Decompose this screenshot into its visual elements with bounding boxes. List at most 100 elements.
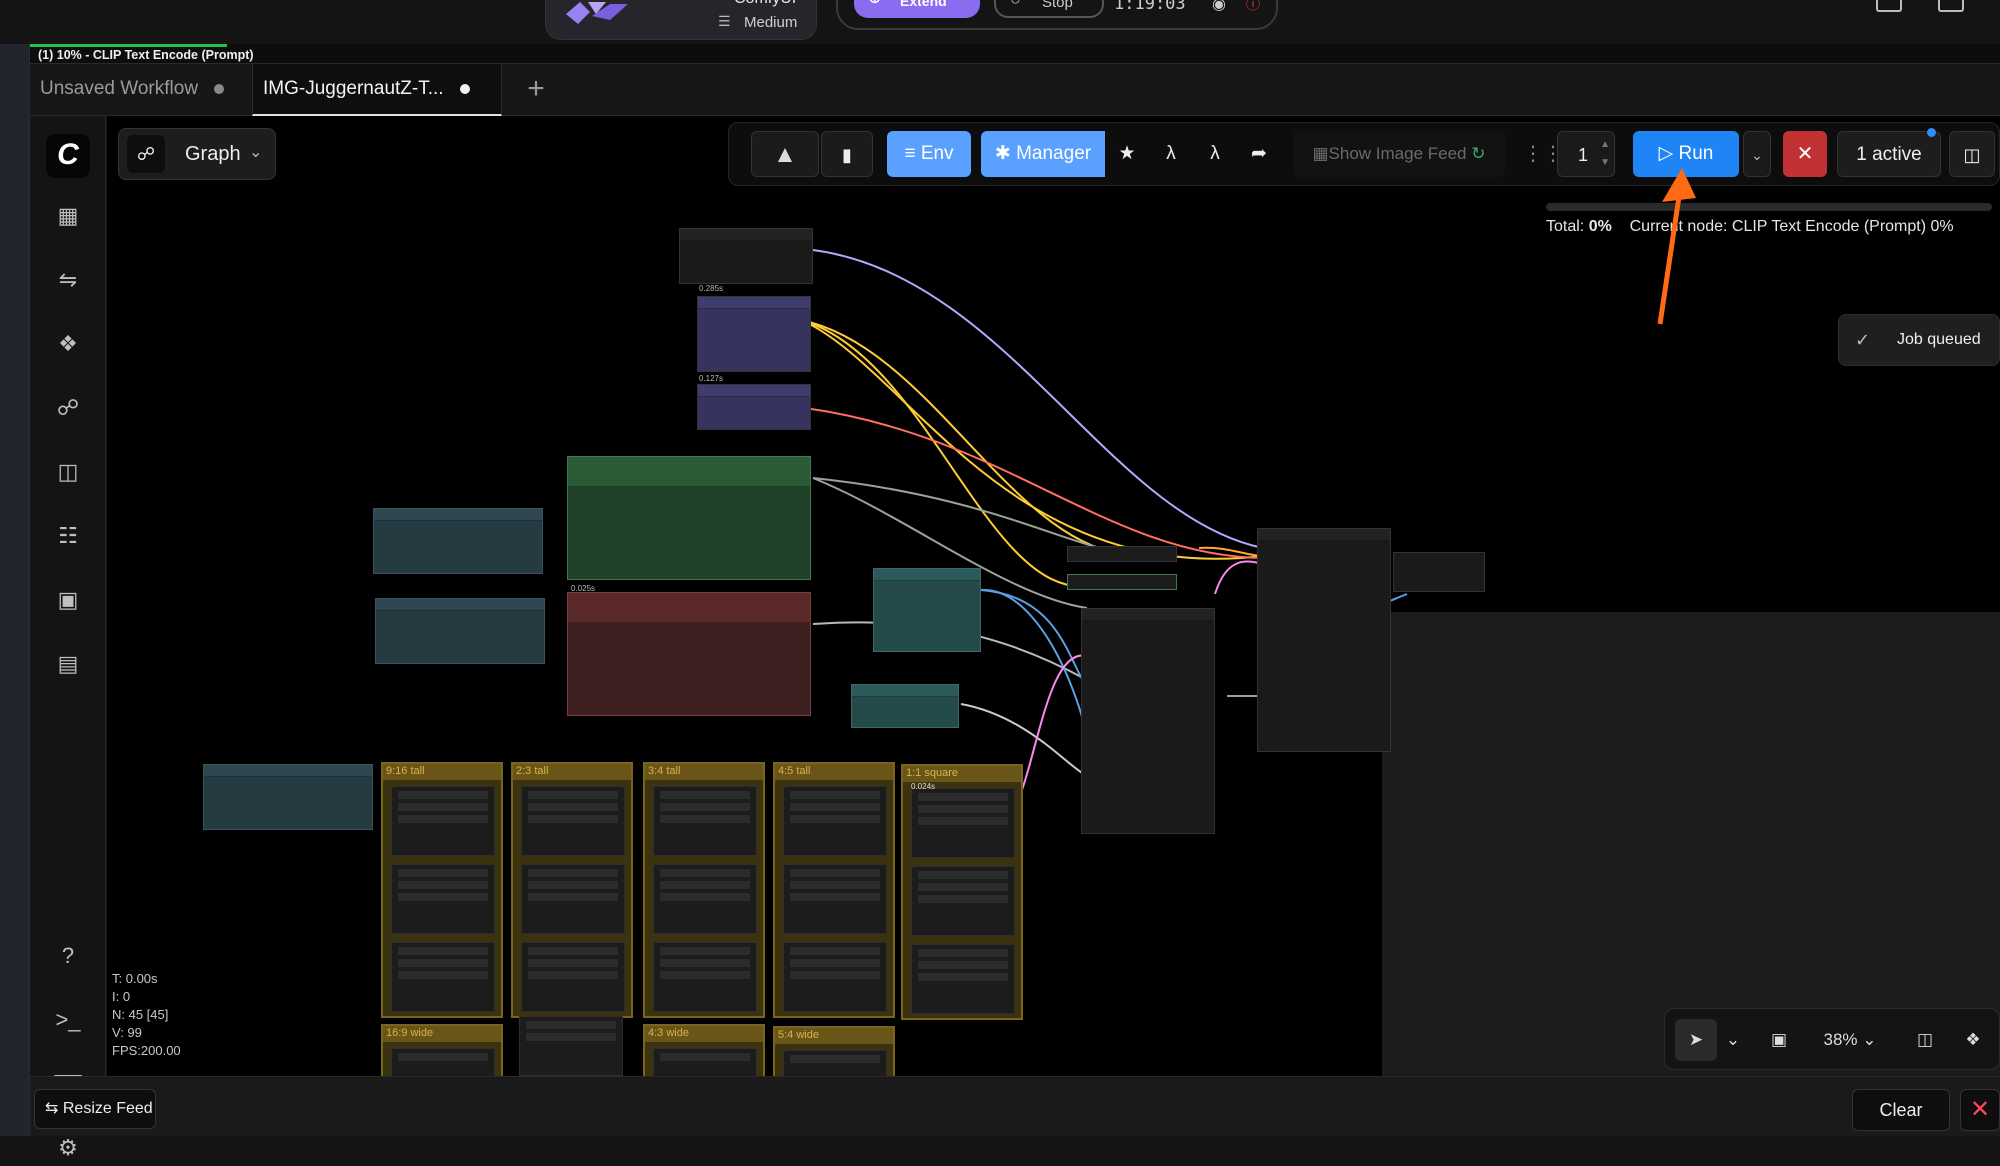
resize-label: Resize Feed [62,1100,153,1117]
select-pointer-icon[interactable]: ➤ [1675,1019,1717,1061]
batch-count-input[interactable]: 1 ▲ ▼ [1557,131,1615,177]
tab-unsaved-workflow[interactable]: Unsaved Workflow [30,64,252,116]
graph-node[interactable] [375,598,545,664]
edit-icon[interactable] [1938,0,1964,12]
minimap-icon[interactable]: ◫ [1907,1019,1943,1061]
env-button[interactable]: ≡ Env [887,131,971,177]
run-options-chevron-icon[interactable]: ⌄ [1743,131,1771,177]
play-icon: ▷ [1658,143,1679,164]
active-queue-button[interactable]: 1 active [1837,128,1941,177]
share-icon[interactable]: ➦ [1237,131,1281,177]
graph-canvas[interactable]: 0.285s 0.127s 0.025s 9:16 tall 2:3 tall … [107,116,2000,1076]
stat-i: I: 0 [112,989,131,1004]
zoom-control[interactable]: 38% ⌄ [1805,1019,1895,1061]
clear-button[interactable]: Clear [1852,1089,1950,1131]
active-label: 1 active [1856,144,1922,165]
tab-juggernaut[interactable]: IMG-JuggernautZ-T... [252,64,502,116]
templates-icon[interactable]: ◫ [50,454,86,490]
group-16-9-wide[interactable]: 16:9 wide [381,1024,503,1076]
star-icon[interactable]: ★ [1105,131,1149,177]
database-icon: ☰ [718,13,731,29]
graph-node[interactable] [1393,552,1485,592]
branch-icon[interactable]: λ [1193,131,1237,177]
group-1-1-square[interactable]: 1:1 square [901,764,1023,1020]
graph-node[interactable] [1257,528,1391,752]
help-icon[interactable]: ? [50,938,86,974]
terminal-icon[interactable]: >_ [50,1002,86,1038]
graph-menu-button[interactable]: ☍ Graph ⌄ [118,128,276,180]
tab-label: Unsaved Workflow [40,78,199,99]
puzzle-icon: ✱ [994,143,1017,164]
progress-fill [30,44,227,47]
graph-node[interactable] [203,764,373,830]
stat-time: T: 0.00s [112,971,158,986]
group-label: 2:3 tall [513,764,631,780]
group-4-5-tall[interactable]: 4:5 tall [773,762,895,1018]
add-tab-button[interactable]: + [516,64,556,116]
unsaved-dot-icon[interactable] [214,83,225,94]
link-visibility-icon[interactable]: ❖ [1955,1019,1991,1061]
unsaved-dot-icon[interactable] [459,83,470,94]
graph-node[interactable] [851,684,959,728]
fit-view-icon[interactable]: ▣ [1761,1019,1797,1061]
comfy-deploy-icon[interactable]: ▲ [751,131,819,177]
node-timing: 0.127s [699,374,724,383]
graph-node[interactable] [1081,608,1215,834]
toggle-panel-icon[interactable]: ◫ [1949,131,1995,177]
feed-bottom-bar: ⇆ Resize Feed Clear ✕ [30,1076,2000,1136]
graph-node[interactable] [1067,574,1177,590]
model-library-icon[interactable]: ❖ [50,326,86,362]
cancel-run-button[interactable]: ✕ [1783,131,1827,177]
stepper-icon[interactable]: ▲ ▼ [1600,136,1610,172]
image-queue-icon[interactable]: ▦ [50,198,86,234]
info-icon[interactable]: ⓘ [1246,0,1260,14]
node-timing: 0.024s [911,782,936,791]
eye-icon[interactable]: ◉ [1212,0,1226,14]
check-icon: ✓ [1855,330,1871,350]
node-tree-icon[interactable]: ☷ [50,518,86,554]
comfy-logo-icon[interactable]: C [46,134,90,178]
group-label: 1:1 square [903,766,1021,782]
close-icon[interactable]: ✕ [1960,1089,2000,1131]
graph-label: Graph [185,143,241,165]
canvas-stats: T: 0.00s I: 0 N: 45 [45] V: 99 FPS:200.0… [112,970,181,1060]
fork-icon[interactable]: λ [1149,131,1193,177]
drag-handle-icon[interactable]: ⋮⋮ [1523,131,1563,177]
graph-node[interactable] [679,228,813,284]
show-image-feed-button[interactable]: ▦Show Image Feed ↻ [1293,131,1505,177]
graph-node[interactable] [373,508,543,574]
group-5-4-wide[interactable]: 5:4 wide [773,1026,895,1076]
workflows-icon[interactable]: ☍ [50,390,86,426]
graph-node[interactable] [519,1016,623,1076]
extend-label: Extend [900,0,947,9]
resize-feed-button[interactable]: ⇆ Resize Feed [34,1089,156,1129]
stop-label: Stop [1042,0,1073,11]
manager-label: Manager [1016,143,1092,164]
canvas-controls: ➤ ⌄ ▣ 38% ⌄ ◫ ❖ [1664,1008,2000,1070]
app-chip[interactable]: ComfyUI ☰ Medium [545,0,817,40]
group-2-3-tall[interactable]: 2:3 tall [511,762,633,1018]
app-logo-icon [566,2,628,24]
left-window-edge [0,0,30,1136]
graph-node[interactable] [697,384,811,430]
group-label: 5:4 wide [775,1028,893,1044]
gallery-icon[interactable] [1876,0,1902,12]
extend-button[interactable]: ⊕ Extend [854,0,980,18]
stop-button[interactable]: ○ Stop [994,0,1104,18]
graph-node[interactable] [567,456,811,580]
graph-node[interactable] [873,568,981,652]
node-library-icon[interactable]: ⇋ [50,262,86,298]
graph-node[interactable] [697,296,811,372]
graph-node[interactable] [1067,546,1177,562]
layout-icon[interactable]: ▤ [50,646,86,682]
group-4-3-wide[interactable]: 4:3 wide [643,1024,765,1076]
manager-button[interactable]: ✱ Manager [981,131,1105,177]
pointer-mode-chevron-icon[interactable]: ⌄ [1721,1019,1745,1061]
graph-node[interactable] [567,592,811,716]
batch-count-value: 1 [1578,145,1589,165]
group-3-4-tall[interactable]: 3:4 tall [643,762,765,1018]
gallery-icon[interactable]: ▣ [50,582,86,618]
run-progress-bar [1546,203,1992,211]
group-9-16-tall[interactable]: 9:16 tall [381,762,503,1018]
bookmark-icon[interactable]: ▮ [821,131,873,177]
